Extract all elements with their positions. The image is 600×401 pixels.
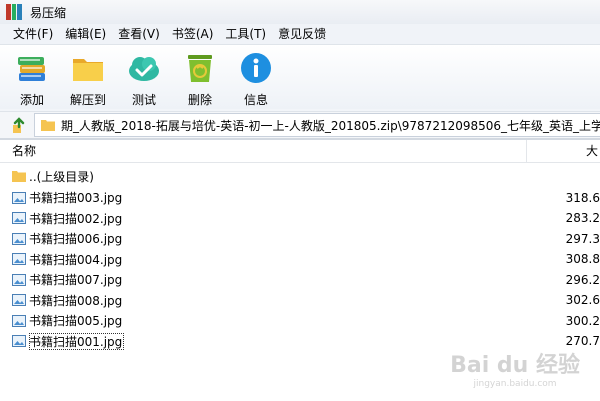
menu-feedback[interactable]: 意见反馈 [272,24,332,44]
info-button[interactable]: 信息 [228,45,284,107]
file-name: 书籍扫描008.jpg [29,293,123,308]
file-row[interactable]: 书籍扫描002.jpg 283.2 [0,208,600,229]
watermark-url: jingyan.baidu.com [473,379,557,389]
menu-file[interactable]: 文件(F) [0,24,59,44]
file-size: 283.2 [565,211,600,226]
menu-bar: 文件(F) 编辑(E) 查看(V) 书签(A) 工具(T) 意见反馈 [0,24,600,45]
delete-button[interactable]: 删除 [172,45,228,107]
watermark-logo: Bai du 经验 [450,353,580,378]
file-size: 318.6 [565,190,600,205]
file-row[interactable]: 书籍扫描003.jpg 318.6 [0,188,600,209]
folder-icon [12,171,26,183]
info-label: 信息 [243,93,268,107]
file-row[interactable]: 书籍扫描004.jpg 308.8 [0,249,600,270]
image-file-icon [12,191,26,204]
test-button[interactable]: 测试 [116,45,172,107]
menu-edit[interactable]: 编辑(E) [59,24,112,44]
test-label: 测试 [131,93,156,107]
file-size: 300.2 [565,313,600,328]
extract-to-button[interactable]: 解压到 [60,45,116,107]
toolbar: 添加 解压到 测试 删除 信息 [0,45,600,109]
address-path-field[interactable]: 期_人教版_2018-拓展与培优-英语-初一上-人教版_201805.zip\9… [34,113,600,137]
menu-bookmarks[interactable]: 书签(A) [166,24,220,44]
image-file-icon [12,314,26,327]
menu-tools[interactable]: 工具(T) [219,24,272,44]
image-file-icon [12,294,26,307]
file-name: 书籍扫描002.jpg [29,211,123,226]
books-stack-icon [15,51,49,85]
image-file-icon [12,253,26,266]
extract-label: 解压到 [69,93,106,107]
column-name-header[interactable]: 名称 [0,140,527,162]
file-name: 书籍扫描001.jpg [29,332,125,350]
add-label: 添加 [19,93,44,107]
watermark: Bai du 经验 jingyan.baidu.com [450,347,580,389]
menu-view[interactable]: 查看(V) [112,24,166,44]
title-bar: 易压缩 [0,0,600,24]
folder-icon [71,51,105,85]
column-size-header[interactable]: 大 [527,140,600,162]
file-name: 书籍扫描007.jpg [29,273,123,288]
image-file-icon [12,273,26,286]
address-bar: 期_人教版_2018-拓展与培优-英语-初一上-人教版_201805.zip\9… [0,111,600,139]
file-row[interactable]: 书籍扫描008.jpg 302.6 [0,290,600,311]
cloud-check-icon [127,51,161,85]
delete-label: 删除 [187,93,212,107]
add-button[interactable]: 添加 [4,45,60,107]
parent-directory-row[interactable]: ..(上级目录) [0,166,600,187]
file-size: 302.6 [565,293,600,308]
file-size: 308.8 [565,252,600,267]
address-path: 期_人教版_2018-拓展与培优-英语-初一上-人教版_201805.zip\9… [61,118,600,133]
file-name: 书籍扫描005.jpg [29,314,123,329]
recycle-bin-icon [183,51,217,85]
parent-directory-label: ..(上级目录) [29,169,94,184]
window-title: 易压缩 [30,5,67,20]
file-name: 书籍扫描003.jpg [29,191,123,206]
file-row[interactable]: 书籍扫描007.jpg 296.2 [0,270,600,291]
folder-icon [41,120,55,131]
info-icon [239,51,273,85]
image-file-icon [12,232,26,245]
image-file-icon [12,212,26,225]
image-file-icon [12,335,26,348]
file-list: 名称 大 ..(上级目录) 书籍扫描003.jpg 318.6 书籍扫描002.jp… [0,139,600,401]
file-size: 296.2 [565,272,600,287]
file-name: 书籍扫描006.jpg [29,232,123,247]
file-name: 书籍扫描004.jpg [29,252,123,267]
file-row[interactable]: 书籍扫描006.jpg 297.3 [0,229,600,250]
file-size: 297.3 [565,231,600,246]
up-folder-icon[interactable] [10,115,30,135]
column-header: 名称 大 [0,140,600,163]
file-row[interactable]: 书籍扫描005.jpg 300.2 [0,311,600,332]
app-logo-icon [6,4,23,20]
